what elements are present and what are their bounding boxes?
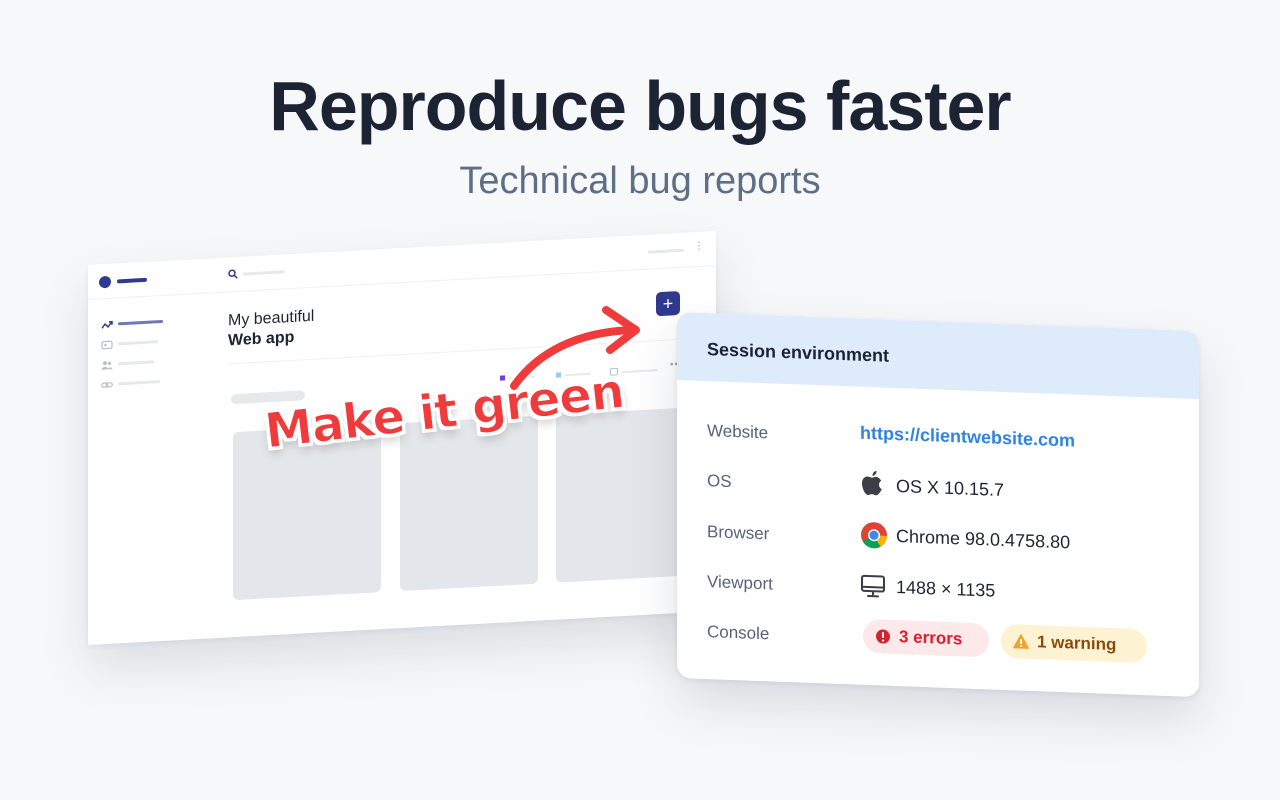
app-logo-icon [99, 275, 111, 289]
monitor-icon [861, 574, 885, 598]
users-icon [101, 361, 113, 370]
console-errors-badge[interactable]: 3 errors [863, 618, 989, 658]
hero-title: Reproduce bugs faster [269, 67, 1011, 145]
viewport-value: 1488 × 1135 [896, 577, 996, 601]
viewport-label: Viewport [707, 572, 773, 594]
chrome-icon [861, 522, 888, 549]
error-icon [876, 629, 890, 644]
session-environment-card: Session environment Website https://clie… [677, 312, 1199, 698]
trend-icon [101, 320, 113, 329]
topbar-user-placeholder [648, 248, 684, 254]
console-warnings-badge[interactable]: 1 warning [1001, 623, 1147, 664]
link-icon [101, 382, 113, 388]
console-label: Console [707, 622, 770, 644]
website-link[interactable]: https://clientwebsite.com [860, 423, 1075, 452]
sidebar-label-placeholder [118, 319, 163, 326]
hero-subtitle: Technical bug reports [459, 160, 821, 202]
session-header: Session environment [677, 312, 1199, 400]
more-menu-icon[interactable]: ⋮ [694, 241, 704, 254]
sidebar-label-placeholder [118, 360, 154, 366]
app-page-title-line2: Web app [228, 328, 295, 350]
sidebar-label-placeholder [118, 340, 158, 346]
os-label: OS [707, 471, 732, 492]
apple-icon [862, 470, 882, 496]
website-label: Website [707, 421, 769, 443]
warning-icon [1013, 634, 1029, 649]
sidebar-item-analytics[interactable] [101, 315, 163, 332]
app-topbar: ⋮ [88, 230, 716, 300]
errors-count: 3 errors [899, 627, 963, 649]
warnings-count: 1 warning [1037, 632, 1117, 655]
id-card-icon [101, 340, 113, 350]
search-input-placeholder[interactable] [243, 270, 285, 276]
sidebar-label-placeholder [118, 380, 160, 386]
browser-label: Browser [707, 522, 770, 544]
search-icon[interactable] [228, 269, 238, 280]
app-logo-placeholder [117, 277, 147, 284]
sidebar-item-links[interactable] [101, 375, 161, 392]
session-header-title: Session environment [707, 339, 890, 366]
sidebar-item-users[interactable] [101, 355, 161, 372]
browser-value: Chrome 98.0.4758.80 [896, 526, 1071, 553]
os-value: OS X 10.15.7 [896, 476, 1005, 500]
sidebar-item-cards[interactable] [101, 335, 161, 352]
app-page-title-line1: My beautiful [228, 307, 315, 330]
